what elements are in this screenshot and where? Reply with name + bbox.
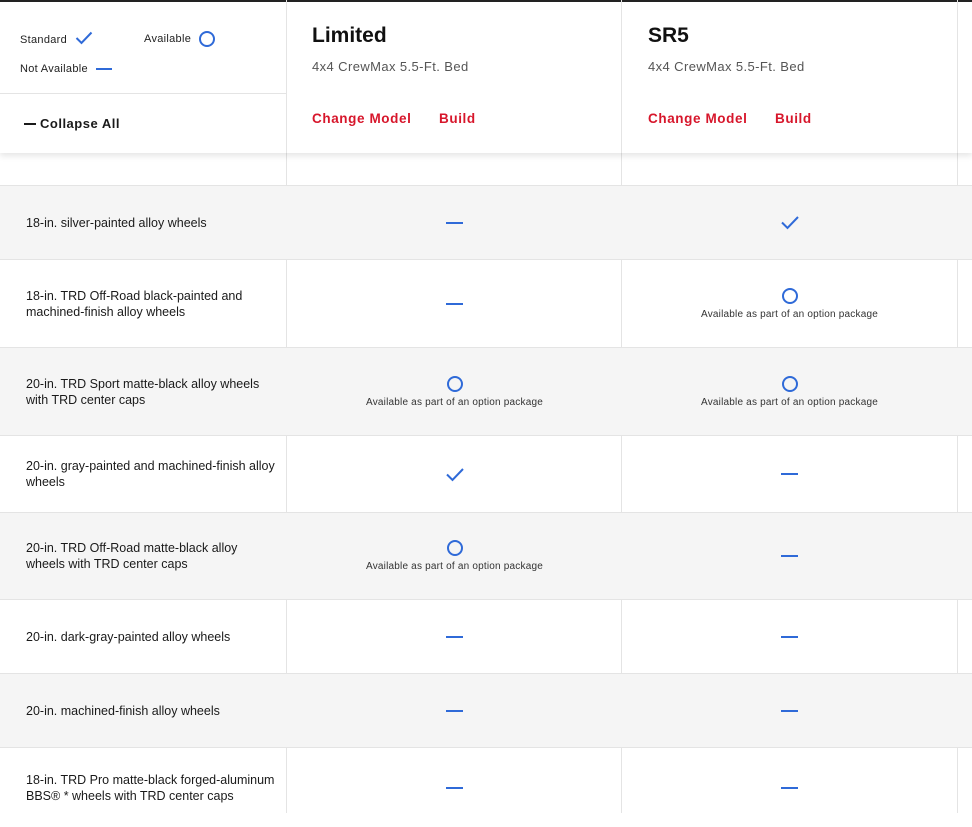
model-name: Limited xyxy=(312,24,387,47)
feature-label: 20-in. TRD Off-Road matte-black alloy wh… xyxy=(26,541,238,571)
dash-icon xyxy=(446,635,463,638)
feature-cell xyxy=(622,674,957,747)
availability-note: Available as part of an option package xyxy=(366,396,543,408)
legend-not-available: Not Available xyxy=(20,63,112,75)
build-link[interactable]: Build xyxy=(439,111,476,126)
legend-standard-label: Standard xyxy=(20,33,68,46)
dash-icon xyxy=(781,473,798,475)
dash-icon xyxy=(781,635,798,638)
feature-label: 18-in. TRD Off-Road black-painted and ma… xyxy=(26,288,243,319)
circle-icon xyxy=(446,540,463,556)
feature-cell: Available as part of an option package xyxy=(622,348,957,435)
feature-cell xyxy=(287,186,622,259)
check-icon xyxy=(780,215,800,230)
column-divider xyxy=(286,0,287,153)
model-column-sr5: SR5 4x4 CrewMax 5.5-Ft. Bed Change Model… xyxy=(648,0,948,153)
feature-cell xyxy=(622,600,957,673)
model-config: 4x4 CrewMax 5.5-Ft. Bed xyxy=(648,59,805,74)
feature-cell xyxy=(287,436,622,512)
model-config: 4x4 CrewMax 5.5-Ft. Bed xyxy=(312,59,469,74)
feature-cell: Available as part of an option package xyxy=(287,348,622,435)
model-column-limited: Limited 4x4 CrewMax 5.5-Ft. Bed Change M… xyxy=(312,0,612,153)
feature-label: 20-in. machined-finish alloy wheels xyxy=(26,703,220,718)
feature-label: 18-in. silver-painted alloy wheels xyxy=(26,215,207,230)
feature-label: 20-in. dark-gray-painted alloy wheels xyxy=(26,629,231,644)
compare-header: Standard Available Not Available Collaps… xyxy=(0,0,972,153)
legend-available-label: Available xyxy=(144,33,192,45)
feature-cell xyxy=(622,186,957,259)
minus-icon xyxy=(24,122,36,125)
legend-available: Available xyxy=(144,31,216,47)
table-row: 18-in. TRD Pro matte-black forged-alumin… xyxy=(0,747,972,827)
legend: Standard Available Not Available xyxy=(0,0,286,94)
feature-cell: Available as part of an option package xyxy=(287,513,622,599)
change-model-link[interactable]: Change Model xyxy=(312,111,411,126)
circle-icon xyxy=(781,287,798,304)
circle-icon xyxy=(781,375,798,392)
feature-label: 20-in. gray-painted and machined-finish … xyxy=(26,459,275,489)
dash-icon xyxy=(781,555,798,557)
table-row: 20-in. machined-finish alloy wheels xyxy=(0,673,972,747)
dash-icon xyxy=(781,709,798,712)
feature-label: 20-in. TRD Sport matte-black alloy wheel… xyxy=(26,376,260,407)
feature-cell xyxy=(622,748,957,827)
model-name: SR5 xyxy=(648,24,689,47)
feature-cell xyxy=(622,513,957,599)
availability-note: Available as part of an option package xyxy=(701,396,878,408)
table-row: 18-in. silver-painted alloy wheels xyxy=(0,185,972,259)
table-row: 20-in. TRD Sport matte-black alloy wheel… xyxy=(0,347,972,435)
collapse-all-label: Collapse All xyxy=(40,116,120,131)
table-row: 20-in. TRD Off-Road matte-black alloy wh… xyxy=(0,512,972,599)
column-divider xyxy=(957,0,958,153)
check-icon xyxy=(445,467,465,482)
table-row: 18-in. TRD Off-Road black-painted and ma… xyxy=(0,259,972,347)
dash-icon xyxy=(95,68,112,70)
feature-cell xyxy=(287,674,622,747)
check-icon xyxy=(75,31,93,48)
circle-icon xyxy=(199,31,216,47)
dash-icon xyxy=(446,302,463,305)
feature-cell xyxy=(287,748,622,827)
feature-cell xyxy=(622,436,957,512)
build-link[interactable]: Build xyxy=(775,111,812,126)
dash-icon xyxy=(781,786,798,789)
feature-cell xyxy=(287,600,622,673)
column-divider xyxy=(621,0,622,153)
legend-standard: Standard xyxy=(20,31,93,48)
dash-icon xyxy=(446,709,463,712)
feature-label: 18-in. TRD Pro matte-black forged-alumin… xyxy=(26,772,275,803)
dash-icon xyxy=(446,786,463,789)
table-row: 20-in. dark-gray-painted alloy wheels xyxy=(0,599,972,673)
legend-not-available-label: Not Available xyxy=(20,63,88,75)
availability-note: Available as part of an option package xyxy=(701,308,878,320)
availability-note: Available as part of an option package xyxy=(366,561,543,572)
table-row: 20-in. gray-painted and machined-finish … xyxy=(0,435,972,512)
dash-icon xyxy=(446,221,463,224)
change-model-link[interactable]: Change Model xyxy=(648,111,747,126)
feature-cell: Available as part of an option package xyxy=(622,260,957,347)
feature-cell xyxy=(287,260,622,347)
collapse-all-button[interactable]: Collapse All xyxy=(24,116,120,131)
circle-icon xyxy=(446,375,463,392)
